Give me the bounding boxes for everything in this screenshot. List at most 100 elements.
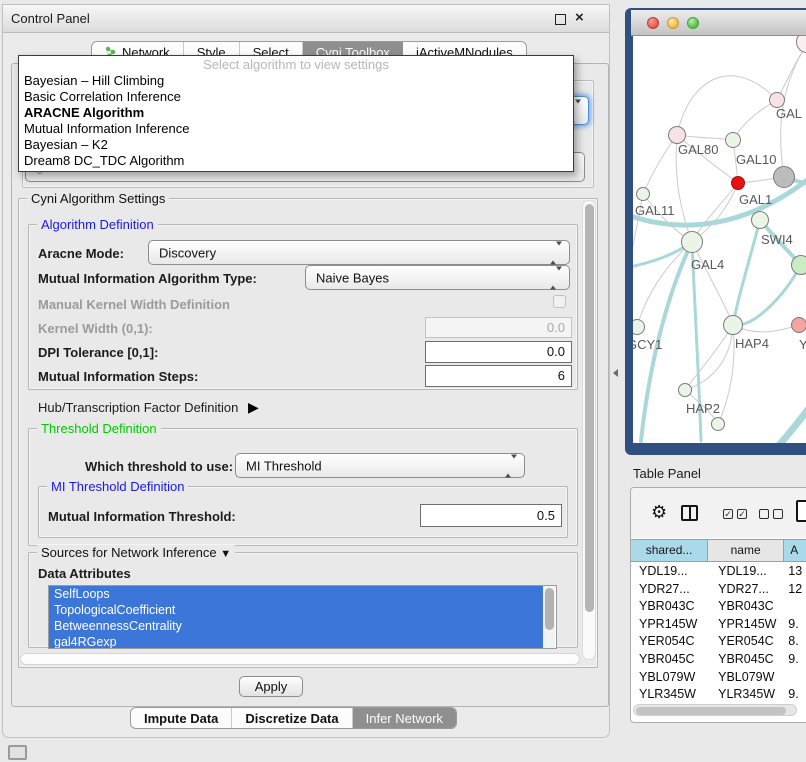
network-node[interactable]: [791, 255, 806, 275]
table-row[interactable]: YDR27... YDR27... 12: [631, 581, 806, 599]
table-row[interactable]: YBL079W YBL079W: [631, 669, 806, 687]
float-window-icon[interactable]: [555, 14, 566, 25]
column-header-shared-name[interactable]: shared...: [631, 540, 708, 561]
data-attributes-list[interactable]: SelfLoops TopologicalCoefficient Between…: [48, 585, 557, 649]
table-cell[interactable]: 9.: [784, 651, 806, 669]
table-cell[interactable]: YBL079W: [708, 669, 784, 687]
table-cell[interactable]: YDL19...: [708, 563, 784, 581]
list-item-topologicalcoefficient[interactable]: TopologicalCoefficient: [49, 602, 543, 618]
table-row[interactable]: YLR345W YLR345W 9.: [631, 686, 806, 703]
network-node-hap4[interactable]: [723, 315, 743, 335]
table-cell[interactable]: YER054C: [631, 633, 708, 651]
settings-vertical-scrollbar[interactable]: [582, 200, 596, 660]
network-node[interactable]: [773, 166, 795, 188]
table-cell[interactable]: 9.: [784, 616, 806, 634]
network-node-gal4[interactable]: [681, 231, 703, 253]
table-cell[interactable]: YPR145W: [631, 616, 708, 634]
network-node-gal11[interactable]: [636, 187, 650, 201]
aracne-mode-label: Aracne Mode:: [38, 246, 124, 261]
minimize-traffic-light[interactable]: [667, 17, 679, 29]
table-cell[interactable]: [784, 598, 806, 616]
close-traffic-light[interactable]: [647, 17, 659, 29]
dropdown-item-mutual-information[interactable]: Mutual Information Inference: [19, 121, 573, 137]
tab-discretize-data[interactable]: Discretize Data: [232, 708, 352, 728]
table-cell[interactable]: YBR045C: [708, 651, 784, 669]
node-label-gal80: GAL80: [678, 142, 718, 157]
close-icon[interactable]: ×: [575, 12, 584, 24]
table-cell[interactable]: YER054C: [708, 633, 784, 651]
gear-icon[interactable]: ⚙: [651, 502, 667, 523]
table-cell[interactable]: 12: [784, 581, 806, 599]
export-table-icon[interactable]: [796, 500, 806, 522]
table-cell[interactable]: YPR145W: [708, 616, 784, 634]
dpi-tolerance-field[interactable]: 0.0: [425, 341, 572, 363]
network-node-gal1[interactable]: [731, 176, 745, 190]
kernel-width-field[interactable]: 0.0: [425, 317, 572, 338]
network-view-window[interactable]: GAL GAL80 GAL10 GAL1 GAL11 SWI4 GAL4 GCY…: [625, 8, 806, 455]
column-header-clipped[interactable]: A: [784, 540, 806, 561]
deselect-all-checkbox-icon[interactable]: [773, 509, 783, 519]
mi-steps-field[interactable]: 6: [425, 365, 572, 387]
network-node[interactable]: [711, 417, 725, 431]
table-cell[interactable]: 9.: [784, 686, 806, 703]
network-canvas[interactable]: GAL GAL80 GAL10 GAL1 GAL11 SWI4 GAL4 GCY…: [633, 36, 806, 443]
table-horizontal-scrollbar[interactable]: [633, 704, 797, 716]
table-cell[interactable]: YBR043C: [631, 598, 708, 616]
table-cell[interactable]: YLR345W: [631, 686, 708, 703]
dropdown-item-aracne[interactable]: ARACNE Algorithm: [19, 105, 573, 121]
table-cell[interactable]: 13: [784, 563, 806, 581]
cyni-bottom-tabs: Impute Data Discretize Data Infer Networ…: [130, 707, 457, 729]
scrollbar-thumb[interactable]: [545, 588, 554, 630]
node-label-hap2: HAP2: [686, 401, 720, 416]
apply-button[interactable]: Apply: [239, 676, 303, 697]
table-cell[interactable]: YLR345W: [708, 686, 784, 703]
table-row[interactable]: YDL19... YDL19... 13: [631, 563, 806, 581]
network-node-swi4[interactable]: [751, 211, 769, 229]
table-row[interactable]: YBR045C YBR045C 9.: [631, 651, 806, 669]
tab-impute-data[interactable]: Impute Data: [131, 708, 232, 728]
list-item-betweennesscentrality[interactable]: BetweennessCentrality: [49, 618, 543, 634]
manual-kernel-width-checkbox[interactable]: [553, 295, 566, 308]
dropdown-item-dream8[interactable]: Dream8 DC_TDC Algorithm: [19, 153, 573, 169]
expander-down-arrow-icon[interactable]: ▼: [220, 548, 231, 560]
zoom-traffic-light[interactable]: [687, 17, 699, 29]
deselect-all-checkbox-icon[interactable]: [759, 509, 769, 519]
table-row[interactable]: YPR145W YPR145W 9.: [631, 616, 806, 634]
settings-horizontal-scrollbar[interactable]: [20, 653, 580, 665]
tab-infer-network[interactable]: Infer Network: [353, 708, 456, 728]
panel-splitter-handle[interactable]: [613, 369, 618, 377]
table-cell[interactable]: YDR27...: [631, 581, 708, 599]
collapsed-panel-icon[interactable]: [8, 745, 27, 760]
aracne-mode-combobox[interactable]: Discovery: [148, 240, 570, 265]
network-window-titlebar[interactable]: [631, 10, 806, 36]
mi-threshold-field[interactable]: 0.5: [420, 504, 562, 527]
mi-algorithm-type-label: Mutual Information Algorithm Type:: [38, 271, 257, 286]
list-item-gal4rgexp[interactable]: gal4RGexp: [49, 634, 543, 649]
select-all-checkbox-icon[interactable]: ✓: [737, 509, 747, 519]
dropdown-item-bayesian-hill-climbing[interactable]: Bayesian – Hill Climbing: [19, 73, 573, 89]
select-all-checkbox-icon[interactable]: ✓: [723, 509, 733, 519]
network-node-hap2[interactable]: [678, 383, 692, 397]
mi-algorithm-type-combobox[interactable]: Naive Bayes: [305, 265, 570, 290]
table-cell[interactable]: YBR045C: [631, 651, 708, 669]
table-cell[interactable]: [784, 669, 806, 687]
table-cell[interactable]: YBR043C: [708, 598, 784, 616]
list-item-selfloops[interactable]: SelfLoops: [49, 586, 543, 602]
scrollbar-thumb[interactable]: [636, 707, 786, 715]
column-header-name[interactable]: name: [708, 540, 784, 561]
list-vertical-scrollbar[interactable]: [543, 586, 555, 648]
dropdown-item-bayesian-k2[interactable]: Bayesian – K2: [19, 137, 573, 153]
table-cell[interactable]: YDL19...: [631, 563, 708, 581]
columns-icon[interactable]: [681, 505, 698, 521]
hub-definition-expander[interactable]: Hub/Transcription Factor Definition ▶: [38, 399, 259, 416]
network-node-gal10[interactable]: [725, 132, 741, 148]
table-row[interactable]: YER054C YER054C 8.: [631, 633, 806, 651]
which-threshold-combobox[interactable]: MI Threshold: [235, 453, 525, 478]
scrollbar-thumb[interactable]: [585, 204, 594, 612]
table-cell[interactable]: YBL079W: [631, 669, 708, 687]
table-row[interactable]: YBR043C YBR043C: [631, 598, 806, 616]
table-cell[interactable]: YDR27...: [708, 581, 784, 599]
table-cell[interactable]: 8.: [784, 633, 806, 651]
network-node[interactable]: [791, 317, 806, 333]
dropdown-item-basic-correlation[interactable]: Basic Correlation Inference: [19, 89, 573, 105]
